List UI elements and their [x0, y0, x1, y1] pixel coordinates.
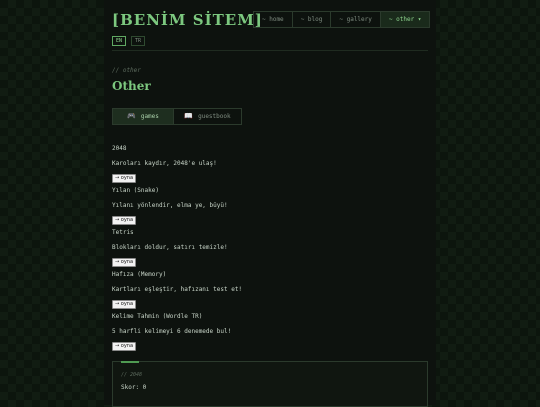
page-container: [BENİM SİTEM] ~ home ~ blog ~ gallery ~ … — [104, 0, 436, 407]
nav-blog[interactable]: ~ blog — [293, 12, 332, 27]
game-item-snake: Yılan (Snake) Yılanı yönlendir, elma ye,… — [112, 184, 428, 226]
nav-gallery[interactable]: ~ gallery — [331, 12, 381, 27]
header-divider — [112, 50, 428, 51]
game-name: Hafıza (Memory) — [112, 271, 167, 278]
play-button[interactable]: → oyna — [112, 342, 137, 351]
game-name: 2048 — [112, 145, 127, 152]
game-description: Blokları doldur, satırı temizle! — [112, 244, 228, 251]
nav-home[interactable]: ~ home — [254, 12, 293, 27]
play-button[interactable]: → oyna — [112, 216, 137, 225]
game-list: 2048 Karoları kaydır, 2048'e ulaş! → oyn… — [112, 142, 428, 352]
game-item-tetris: Tetris Blokları doldur, satırı temizle! … — [112, 226, 428, 268]
lang-tr-button[interactable]: TR — [131, 36, 146, 46]
main-nav: ~ home ~ blog ~ gallery ~ other ▾ — [253, 11, 431, 28]
site-title[interactable]: [BENİM SİTEM] — [112, 11, 263, 29]
lang-en-button[interactable]: EN — [112, 36, 127, 46]
book-icon: 📖 — [184, 112, 194, 120]
game-description: Karoları kaydır, 2048'e ulaş! — [112, 160, 217, 167]
game-name: Kelime Tahmin (Wordle TR) — [112, 313, 203, 320]
section-tabs: 🎮 games 📖 guestbook — [112, 108, 242, 125]
game-item-2048: 2048 Karoları kaydır, 2048'e ulaş! → oyn… — [112, 142, 428, 184]
gamepad-icon: 🎮 — [127, 112, 136, 120]
game-item-wordle: Kelime Tahmin (Wordle TR) 5 harfli kelim… — [112, 310, 428, 352]
game-name: Tetris — [112, 229, 134, 236]
game-item-memory: Hafıza (Memory) Kartları eşleştir, hafız… — [112, 268, 428, 310]
panel-label: // 2048 — [121, 372, 143, 378]
game-description: Yılanı yönlendir, elma ye, büyü! — [112, 202, 228, 209]
play-button[interactable]: → oyna — [112, 258, 137, 267]
game-panel: // 2048 Skor: 0 — [112, 361, 428, 407]
panel-accent-bar — [121, 361, 139, 363]
play-button[interactable]: → oyna — [112, 174, 137, 183]
tab-guestbook[interactable]: 📖 guestbook — [174, 109, 241, 124]
page-title: Other — [112, 79, 151, 93]
tab-guestbook-label: guestbook — [198, 113, 231, 120]
language-switcher: EN TR — [112, 36, 146, 46]
tab-games-label: games — [140, 113, 159, 120]
score-display: Skor: 0 — [121, 384, 147, 391]
page-eyebrow: // other — [112, 67, 141, 74]
game-description: 5 harfli kelimeyi 6 denemede bul! — [112, 328, 232, 335]
nav-other-dropdown[interactable]: ~ other ▾ — [380, 12, 430, 27]
play-button[interactable]: → oyna — [112, 300, 137, 309]
game-description: Kartları eşleştir, hafızanı test et! — [112, 286, 243, 293]
game-name: Yılan (Snake) — [112, 187, 159, 194]
tab-games[interactable]: 🎮 games — [113, 109, 174, 124]
